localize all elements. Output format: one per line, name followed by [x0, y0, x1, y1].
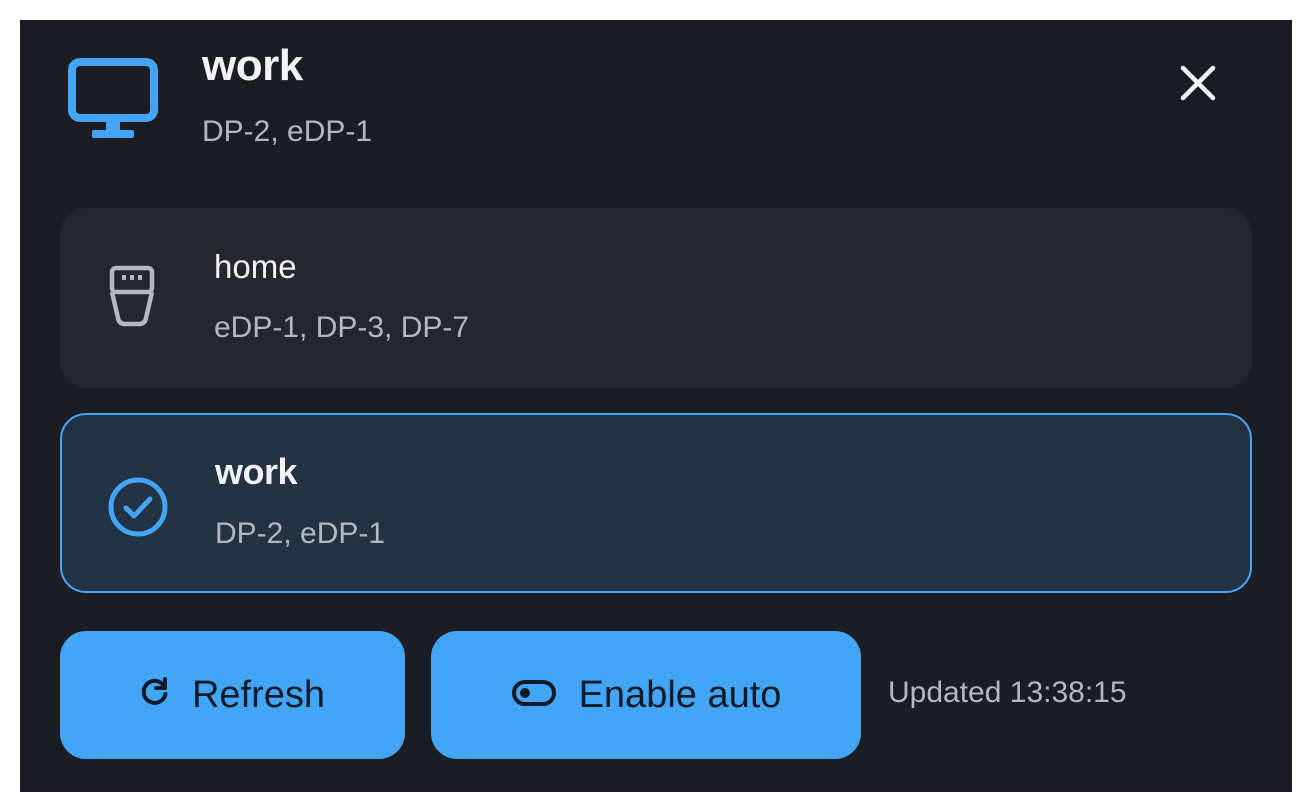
enable-auto-button-label: Enable auto: [578, 673, 782, 716]
profile-name: work: [215, 451, 298, 492]
plug-icon: [104, 260, 160, 332]
refresh-icon: [140, 674, 170, 717]
profile-outputs: DP-2, eDP-1: [215, 517, 386, 550]
profile-item-home[interactable]: home eDP-1, DP-3, DP-7: [60, 208, 1252, 388]
profile-name: home: [214, 248, 297, 285]
close-icon: [1180, 65, 1216, 101]
profile-item-work[interactable]: work DP-2, eDP-1: [60, 413, 1252, 593]
enable-auto-button[interactable]: Enable auto: [431, 631, 861, 759]
display-profile-panel: work DP-2, eDP-1 home eDP-1, DP-3, DP-7: [20, 20, 1292, 792]
close-button[interactable]: [1168, 54, 1228, 114]
toggle-icon: [511, 674, 557, 717]
last-updated-text: Updated 13:38:15: [888, 676, 1127, 709]
profile-outputs: eDP-1, DP-3, DP-7: [214, 311, 470, 344]
current-profile-title: work: [202, 41, 303, 90]
monitor-icon: [68, 58, 158, 142]
refresh-button-label: Refresh: [191, 673, 326, 716]
refresh-button[interactable]: Refresh: [60, 631, 405, 759]
current-profile-outputs: DP-2, eDP-1: [202, 115, 373, 148]
check-circle-icon: [104, 473, 172, 541]
